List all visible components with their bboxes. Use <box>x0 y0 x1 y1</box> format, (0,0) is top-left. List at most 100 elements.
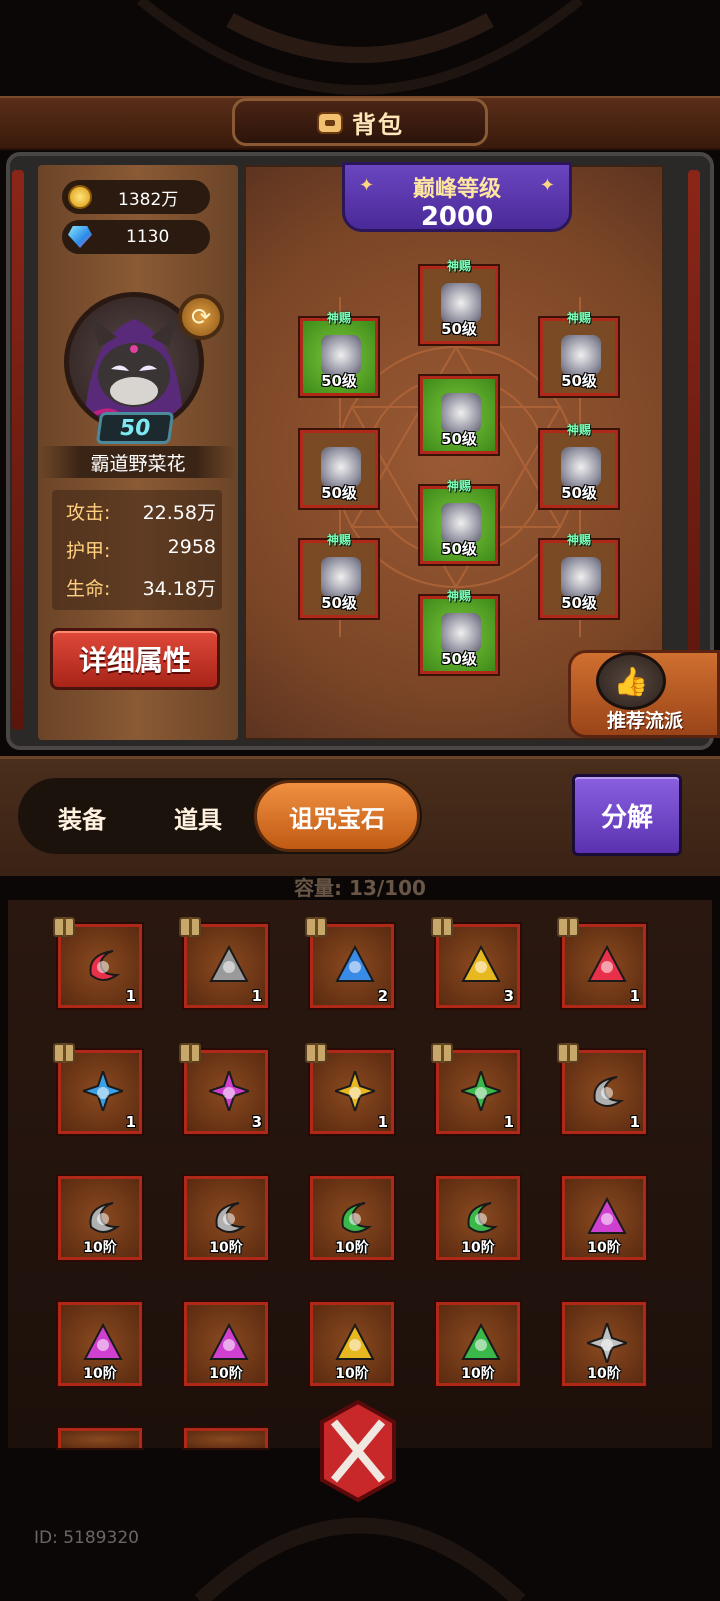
switch-hero-button[interactable]: ⟳ <box>178 294 224 340</box>
item-tier: 10阶 <box>209 1240 243 1256</box>
tab-curse-gems[interactable]: 诅咒宝石 <box>254 780 420 852</box>
divine-tag: 神赐 <box>566 533 592 547</box>
tab-items[interactable]: 道具 <box>174 800 222 835</box>
gift-box-icon <box>557 917 579 937</box>
equip-slot-offhand[interactable]: 神赐 50级 <box>540 533 618 618</box>
gift-box-icon <box>179 1043 201 1063</box>
divine-tag: 神赐 <box>446 589 472 603</box>
gift-box-icon <box>431 917 453 937</box>
inventory-item[interactable]: 3 <box>431 917 520 1008</box>
gold-amount: 1382万 <box>118 189 179 210</box>
equip-level: 50级 <box>321 372 357 390</box>
thumbs-up-icon: 👍 <box>596 652 666 710</box>
hero-stats: 攻击: 22.58万 护甲: 2958 生命: 34.18万 <box>52 490 222 610</box>
detail-attributes-button[interactable]: 详细属性 <box>50 628 220 690</box>
bag-icon <box>317 112 343 134</box>
stat-armor: 护甲: 2958 <box>66 536 216 562</box>
inventory-item[interactable]: 10阶 <box>436 1302 520 1386</box>
peak-level-label: 巅峰等级 <box>412 177 501 202</box>
tri-gem-icon <box>335 945 375 982</box>
equip-slot-weapon[interactable]: 神赐 50级 <box>300 533 378 618</box>
hero-level-badge: 50 <box>95 412 175 444</box>
star-icon: ✦ <box>359 175 375 196</box>
item-count: 1 <box>125 1113 136 1131</box>
equip-slot-armor[interactable]: 50级 <box>420 376 498 454</box>
inventory-item[interactable]: 1 <box>557 1043 646 1134</box>
star-gem-icon <box>587 1323 627 1363</box>
divine-tag: 神赐 <box>446 479 472 493</box>
equip-slot-helmet[interactable]: 神赐 50级 <box>420 259 498 344</box>
inventory-item[interactable]: 2 <box>305 917 394 1008</box>
divine-tag: 神赐 <box>446 259 472 273</box>
inventory-slot-partial[interactable] <box>184 1428 268 1448</box>
tab-equipment[interactable]: 装备 <box>58 800 106 835</box>
item-tier: 10阶 <box>83 1240 117 1256</box>
inventory-item[interactable]: 10阶 <box>58 1302 142 1386</box>
item-count: 1 <box>125 987 136 1005</box>
inventory-item[interactable]: 10阶 <box>310 1176 394 1260</box>
capacity-indicator: 容量: 13/100 <box>294 876 426 900</box>
inventory-item[interactable]: 10阶 <box>562 1176 646 1260</box>
inventory-item[interactable]: 10阶 <box>58 1176 142 1260</box>
equip-level: 50级 <box>561 372 597 390</box>
hero-name: 霸道野菜花 <box>40 446 236 478</box>
item-tier: 10阶 <box>209 1366 243 1382</box>
star-icon: ✦ <box>539 175 555 196</box>
equip-slot-gloves[interactable]: 50级 <box>300 430 378 508</box>
inventory-item[interactable]: 10阶 <box>436 1176 520 1260</box>
stat-health: 生命: 34.18万 <box>66 578 216 600</box>
diamond-amount: 1130 <box>126 227 170 247</box>
item-count: 1 <box>377 1113 388 1131</box>
inventory-item[interactable]: 1 <box>53 917 142 1008</box>
gift-box-icon <box>179 917 201 937</box>
gold-counter: 1382万 <box>62 180 210 214</box>
decompose-button[interactable]: 分解 <box>572 774 682 856</box>
inventory-item[interactable]: 10阶 <box>562 1302 646 1386</box>
equip-level: 50级 <box>441 430 477 448</box>
equip-slot-pants[interactable]: 神赐 50级 <box>420 479 498 564</box>
inventory-item[interactable]: 10阶 <box>184 1302 268 1386</box>
gift-box-icon <box>53 1043 75 1063</box>
star-gem-icon <box>209 1071 249 1111</box>
equip-level: 50级 <box>441 650 477 668</box>
equip-slot-ring[interactable]: 神赐 50级 <box>540 423 618 508</box>
crescent-gem-icon <box>467 1202 499 1233</box>
item-count: 3 <box>503 987 514 1005</box>
helmet-icon <box>441 283 481 323</box>
equip-slot-shoulder[interactable]: 神赐 50级 <box>300 311 378 396</box>
inventory-item[interactable]: 1 <box>557 917 646 1008</box>
equip-level: 50级 <box>321 594 357 612</box>
page-title: 背包 <box>352 110 404 139</box>
diamond-counter: 1130 <box>62 220 210 254</box>
inventory-item[interactable]: 1 <box>53 1043 142 1134</box>
equip-slot-boots[interactable]: 神赐 50级 <box>420 589 498 674</box>
diamond-icon <box>68 226 92 248</box>
inventory-item[interactable]: 1 <box>431 1043 520 1134</box>
inventory-item[interactable]: 1 <box>179 917 268 1008</box>
tri-gem-icon <box>335 1323 375 1360</box>
star-gem-icon <box>83 1071 123 1111</box>
peak-level-banner[interactable]: ✦ ✦ 巅峰等级 2000 <box>342 162 572 232</box>
item-tier: 10阶 <box>83 1366 117 1382</box>
star-gem-icon <box>461 1071 501 1111</box>
crescent-gem-icon <box>89 950 121 981</box>
inventory-slot-partial[interactable] <box>58 1428 142 1448</box>
inventory-item[interactable]: 3 <box>179 1043 268 1134</box>
item-tier: 10阶 <box>587 1240 621 1256</box>
divine-tag: 神赐 <box>566 423 592 437</box>
divine-tag: 神赐 <box>326 533 352 547</box>
stat-attack: 攻击: 22.58万 <box>66 502 216 524</box>
crescent-gem-icon <box>89 1202 121 1233</box>
tri-gem-icon <box>587 945 627 982</box>
inventory-item[interactable]: 1 <box>305 1043 394 1134</box>
item-count: 3 <box>251 1113 262 1131</box>
pants-icon <box>441 503 481 543</box>
equip-level: 50级 <box>561 594 597 612</box>
equip-slot-necklace[interactable]: 神赐 50级 <box>540 311 618 396</box>
inventory-item[interactable]: 10阶 <box>184 1176 268 1260</box>
boots-icon <box>441 613 481 653</box>
item-tier: 10阶 <box>335 1366 369 1382</box>
inventory-item[interactable]: 10阶 <box>310 1302 394 1386</box>
crossed-swords-emblem[interactable] <box>316 1396 400 1506</box>
gift-box-icon <box>53 917 75 937</box>
